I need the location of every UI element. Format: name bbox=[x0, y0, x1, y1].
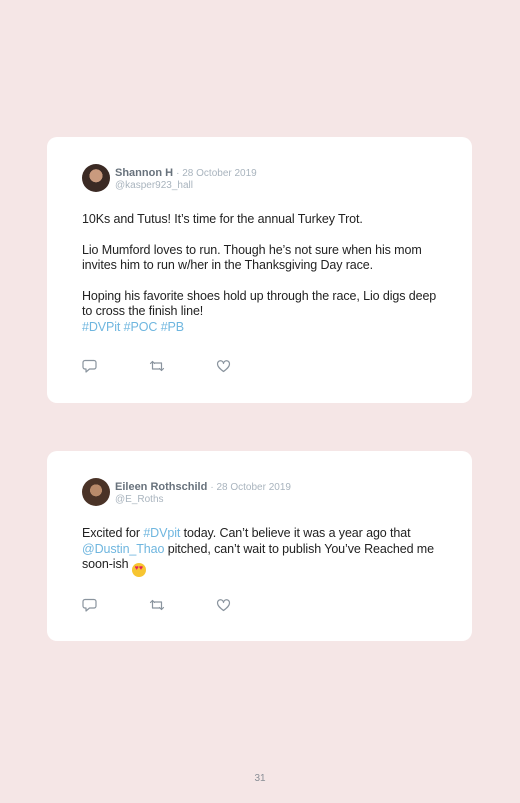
tweet-text: 10Ks and Tutus! It’s time for the annual… bbox=[82, 212, 442, 335]
tweet-text-segment: today. Can’t believe it was a year ago t… bbox=[180, 526, 411, 540]
avatar[interactable] bbox=[82, 164, 110, 192]
author-name[interactable]: Shannon H bbox=[115, 167, 173, 179]
reply-icon[interactable] bbox=[82, 359, 97, 373]
tweet-actions bbox=[82, 359, 231, 373]
hashtag-link[interactable]: #DVpit bbox=[143, 526, 180, 540]
tweet-text: Excited for #DVpit today. Can’t believe … bbox=[82, 526, 442, 577]
tweet-paragraph: Lio Mumford loves to run. Though he’s no… bbox=[82, 242, 422, 273]
avatar[interactable] bbox=[82, 478, 110, 506]
tweet-date: · 28 October 2019 bbox=[176, 168, 257, 179]
tweet-card: Eileen Rothschild · 28 October 2019 @E_R… bbox=[47, 451, 472, 641]
tweet-header: Shannon H · 28 October 2019 @kasper923_h… bbox=[82, 164, 257, 192]
author-name[interactable]: Eileen Rothschild bbox=[115, 481, 207, 493]
retweet-icon[interactable] bbox=[149, 359, 165, 373]
hashtag-links[interactable]: #DVPit #POC #PB bbox=[82, 320, 184, 334]
tweet-paragraph: Hoping his favorite shoes hold up throug… bbox=[82, 288, 437, 319]
reply-icon[interactable] bbox=[82, 598, 97, 612]
tweet-card: Shannon H · 28 October 2019 @kasper923_h… bbox=[47, 137, 472, 403]
page-number: 31 bbox=[254, 773, 266, 784]
heart-eyes-emoji: ♥♥ bbox=[131, 563, 146, 577]
author-handle[interactable]: @kasper923_hall bbox=[115, 180, 257, 192]
tweet-header: Eileen Rothschild · 28 October 2019 @E_R… bbox=[82, 478, 291, 506]
tweet-text-segment: Excited for bbox=[82, 526, 144, 540]
tweet-actions bbox=[82, 598, 231, 612]
tweet-paragraph: 10Ks and Tutus! It’s time for the annual… bbox=[82, 212, 363, 226]
author-handle[interactable]: @E_Roths bbox=[115, 494, 291, 506]
retweet-icon[interactable] bbox=[149, 598, 165, 612]
mention-link[interactable]: @Dustin_Thao bbox=[82, 542, 164, 556]
like-icon[interactable] bbox=[216, 598, 231, 612]
tweet-date: · 28 October 2019 bbox=[210, 482, 291, 493]
like-icon[interactable] bbox=[216, 359, 231, 373]
